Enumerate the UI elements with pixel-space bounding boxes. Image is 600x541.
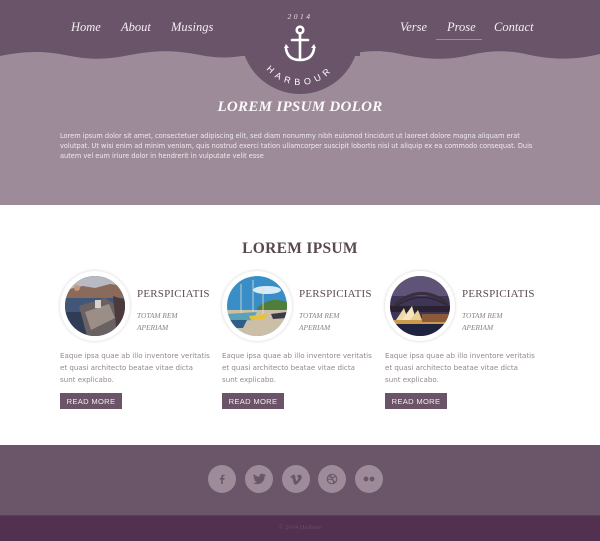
copyright-text: © 2014 Harbour xyxy=(278,524,322,531)
beach-boats-photo xyxy=(227,276,287,336)
card-image-frame[interactable] xyxy=(385,271,455,341)
nav-prose[interactable]: Prose xyxy=(447,20,476,35)
card-text: Eaque ipsa quae ab illo inventore verita… xyxy=(60,351,210,384)
sydney-opera-house-photo xyxy=(390,276,450,336)
logo-name: HARBOUR xyxy=(265,64,331,87)
read-more-button[interactable]: READ MORE xyxy=(385,393,447,409)
logo-name-arc: HARBOUR xyxy=(265,64,336,87)
nav-home[interactable]: Home xyxy=(71,20,101,35)
twitter-button[interactable] xyxy=(245,465,273,493)
card-text: Eaque ipsa quae ab illo inventore verita… xyxy=(385,351,535,384)
nav-active-indicator xyxy=(436,39,482,40)
card-text: Eaque ipsa quae ab illo inventore verita… xyxy=(222,351,372,384)
card-title: PERSPICIATIS xyxy=(299,288,372,300)
vimeo-button[interactable] xyxy=(282,465,310,493)
nav-about[interactable]: About xyxy=(121,20,151,35)
flickr-icon xyxy=(363,476,375,482)
facebook-icon xyxy=(219,474,225,484)
dribbble-icon xyxy=(326,473,338,485)
vimeo-icon xyxy=(290,474,302,485)
flickr-button[interactable] xyxy=(355,465,383,493)
nav-musings[interactable]: Musings xyxy=(171,20,213,35)
card-subtitle: TOTAM REM APERIAM xyxy=(137,311,178,332)
section-title: LOREM IPSUM xyxy=(242,240,358,257)
bottom-bar: © 2014 Harbour xyxy=(0,515,600,541)
feature-card: PERSPICIATIS TOTAM REM APERIAM Eaque ips… xyxy=(222,271,382,416)
twitter-icon xyxy=(252,473,266,485)
nav-verse[interactable]: Verse xyxy=(400,20,427,35)
harbour-ship-photo xyxy=(65,276,125,336)
read-more-button[interactable]: READ MORE xyxy=(60,393,122,409)
hero-text: Lorem ipsum dolor sit amet, consectetuer… xyxy=(60,132,533,160)
card-image-frame[interactable] xyxy=(60,271,130,341)
read-more-button[interactable]: READ MORE xyxy=(222,393,284,409)
hero-section: Home About Musings Verse Prose Contact 2… xyxy=(0,0,600,205)
svg-text:HARBOUR: HARBOUR xyxy=(265,64,336,87)
feature-card: PERSPICIATIS TOTAM REM APERIAM Eaque ips… xyxy=(60,271,220,416)
card-title: PERSPICIATIS xyxy=(137,288,210,300)
facebook-button[interactable] xyxy=(208,465,236,493)
footer-social-band xyxy=(0,445,600,515)
nav-contact[interactable]: Contact xyxy=(494,20,534,35)
dribbble-button[interactable] xyxy=(318,465,346,493)
card-image-frame[interactable] xyxy=(222,271,292,341)
hero-title: LOREM IPSUM DOLOR xyxy=(217,99,383,115)
card-title: PERSPICIATIS xyxy=(462,288,535,300)
feature-card: PERSPICIATIS TOTAM REM APERIAM Eaque ips… xyxy=(385,271,545,416)
card-subtitle: TOTAM REM APERIAM xyxy=(299,311,340,332)
logo[interactable]: 2014 HARBOUR xyxy=(241,0,359,94)
card-subtitle: TOTAM REM APERIAM xyxy=(462,311,503,332)
